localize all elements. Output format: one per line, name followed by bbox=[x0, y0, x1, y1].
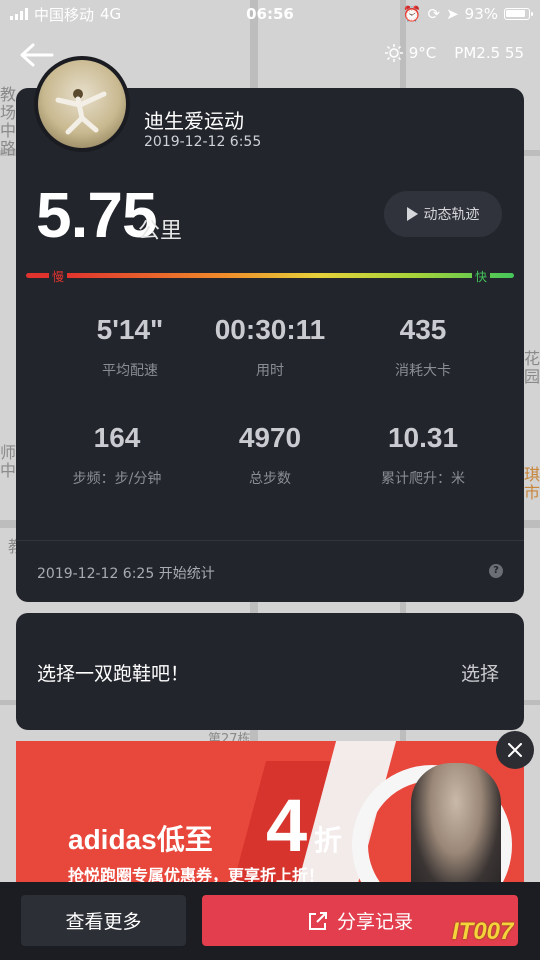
stat-value: 435 bbox=[399, 314, 447, 345]
stat-label: 消耗大卡 bbox=[395, 363, 451, 379]
stat-calories: 435 消耗大卡 bbox=[348, 314, 498, 380]
ad-discount-unit: 折 bbox=[314, 824, 343, 857]
start-time-text: 2019-12-12 6:25 开始统计 bbox=[37, 566, 215, 582]
temperature: 9°C bbox=[408, 44, 437, 62]
stat-value: 5'14" bbox=[96, 314, 164, 345]
ad-brand-text: adidas低至 bbox=[68, 824, 213, 855]
ad-model-image bbox=[411, 763, 501, 891]
fast-label: 快 bbox=[472, 268, 491, 285]
stat-label: 平均配速 bbox=[102, 363, 158, 379]
close-icon bbox=[508, 743, 522, 757]
pm25: PM2.5 55 bbox=[454, 44, 524, 62]
view-more-label: 查看更多 bbox=[65, 911, 142, 933]
location-icon: ➤ bbox=[446, 5, 459, 23]
battery-icon bbox=[504, 8, 533, 20]
map-label: 中 bbox=[0, 121, 17, 140]
battery-percent: 93% bbox=[464, 5, 498, 23]
stat-value: 00:30:11 bbox=[214, 314, 326, 345]
play-icon bbox=[406, 207, 418, 221]
avatar-figure-icon bbox=[55, 89, 107, 135]
map-label: 教 bbox=[0, 85, 17, 104]
stat-total-steps: 4970 总步数 bbox=[195, 422, 345, 488]
stat-cadence: 164 步频：步/分钟 bbox=[42, 422, 192, 488]
stat-label: 用时 bbox=[256, 363, 284, 379]
stat-label: 累计爬升：米 bbox=[381, 471, 465, 487]
stat-label: 步频：步/分钟 bbox=[72, 471, 162, 487]
help-icon[interactable]: ? bbox=[489, 564, 503, 578]
rotation-lock-icon: ⟳ bbox=[427, 5, 441, 23]
map-label: 花园 bbox=[524, 349, 540, 386]
ad-close-button[interactable] bbox=[496, 731, 534, 769]
alarm-icon: ⏰ bbox=[402, 5, 422, 23]
view-more-button[interactable]: 查看更多 bbox=[21, 895, 186, 946]
stat-elevation-gain: 10.31 累计爬升：米 bbox=[348, 422, 498, 488]
user-name: 迪生爱运动 bbox=[144, 109, 244, 133]
map-label: 路 bbox=[0, 139, 17, 158]
ad-banner[interactable]: adidas低至 4 折 抢悦跑圈专属优惠券，更享折上折！ bbox=[16, 741, 524, 891]
stat-value: 164 bbox=[93, 422, 141, 453]
watermark-logo: IT007 bbox=[452, 918, 514, 945]
map-label: 市 bbox=[524, 483, 540, 502]
stat-label: 总步数 bbox=[249, 471, 291, 487]
stat-duration: 00:30:11 用时 bbox=[195, 314, 345, 380]
distance-unit: 公里 bbox=[138, 219, 183, 244]
shoe-select-button[interactable]: 选择 bbox=[461, 659, 499, 686]
run-datetime: 2019-12-12 6:55 bbox=[144, 134, 262, 150]
card-divider bbox=[16, 540, 524, 541]
ad-discount-number: 4 bbox=[266, 784, 308, 867]
stat-value: 10.31 bbox=[387, 422, 459, 453]
share-icon bbox=[308, 911, 327, 930]
sun-icon bbox=[384, 44, 403, 62]
avatar[interactable] bbox=[34, 56, 130, 152]
map-label: 场 bbox=[0, 103, 17, 122]
weather-info: 9°C PM2.5 55 bbox=[384, 44, 524, 62]
slow-label: 慢 bbox=[49, 268, 68, 285]
track-replay-label: 动态轨迹 bbox=[423, 207, 480, 223]
status-bar: 中国移动 4G 06:56 ⏰ ⟳ ➤ 93% bbox=[0, 0, 540, 28]
stat-avg-pace: 5'14" 平均配速 bbox=[55, 314, 205, 380]
map-label: 师 bbox=[0, 443, 17, 462]
map-label: 琪 bbox=[524, 465, 540, 484]
track-replay-button[interactable]: 动态轨迹 bbox=[384, 191, 502, 237]
stat-value: 4970 bbox=[238, 422, 302, 453]
shoe-prompt: 选择一双跑鞋吧！ bbox=[37, 663, 190, 685]
map-label: 中 bbox=[0, 461, 17, 480]
pace-gradient-bar bbox=[26, 273, 514, 278]
share-record-label: 分享记录 bbox=[336, 911, 413, 933]
